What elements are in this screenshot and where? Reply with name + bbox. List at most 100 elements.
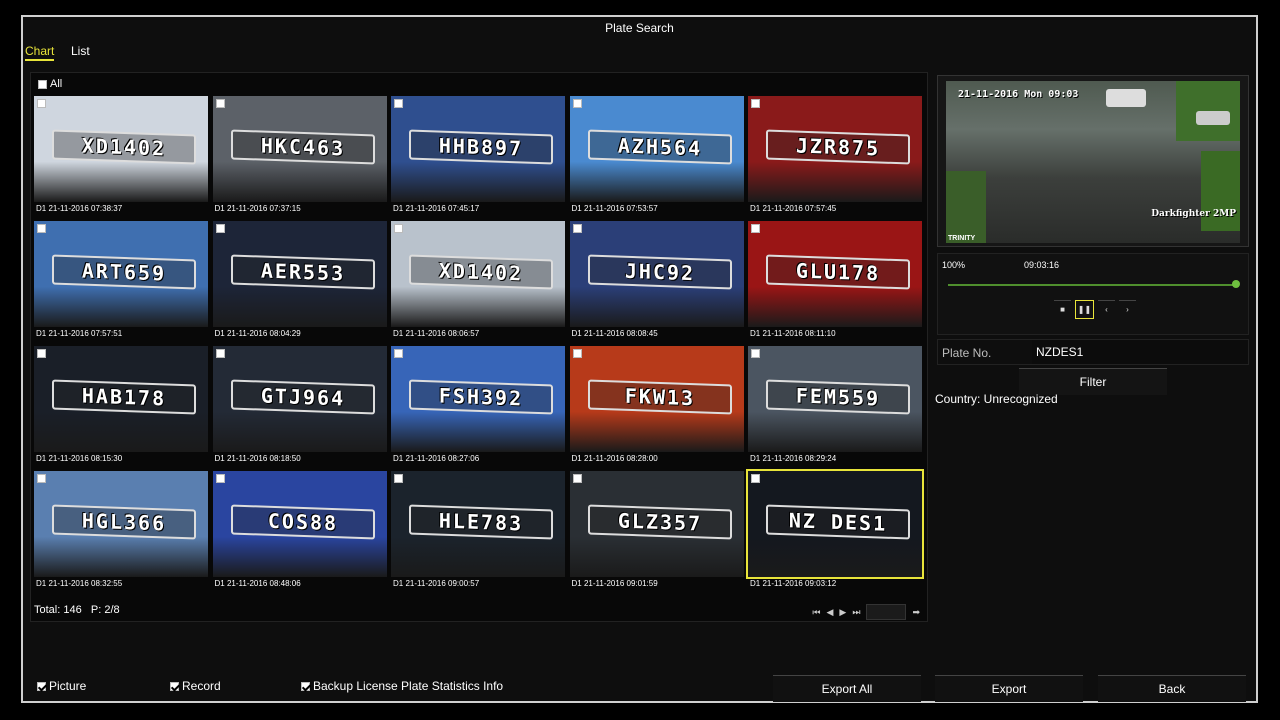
- plate-text: HHB897: [409, 129, 553, 165]
- plate-tile[interactable]: HAB178 D1 21-11-2016 08:15:30: [34, 346, 208, 466]
- plate-thumbnail[interactable]: HLE783: [391, 471, 565, 577]
- plate-tile[interactable]: GLZ357 D1 21-11-2016 09:01:59: [569, 471, 744, 591]
- pause-icon[interactable]: ❚❚: [1075, 300, 1094, 319]
- first-page-icon[interactable]: ⏮: [812, 607, 820, 618]
- tile-timestamp: D1 21-11-2016 07:57:45: [750, 204, 837, 213]
- plate-tile[interactable]: COS88 D1 21-11-2016 08:48:06: [212, 471, 387, 591]
- playback-progress-knob[interactable]: [1232, 280, 1240, 288]
- backup-stats-option[interactable]: Backup License Plate Statistics Info: [301, 679, 503, 693]
- prev-page-icon[interactable]: ◀: [827, 607, 834, 618]
- tile-checkbox[interactable]: [215, 99, 225, 108]
- plate-tile[interactable]: HGL366 D1 21-11-2016 08:32:55: [34, 471, 208, 591]
- plate-thumbnail[interactable]: AER553: [212, 221, 387, 327]
- plate-tile[interactable]: FKW13 D1 21-11-2016 08:28:00: [569, 346, 744, 466]
- plate-thumbnail[interactable]: GTJ964: [212, 346, 387, 452]
- plate-text: XD1402: [409, 254, 553, 290]
- plate-thumbnail[interactable]: COS88: [212, 471, 387, 577]
- plate-number-input[interactable]: [1032, 340, 1248, 364]
- plate-thumbnail[interactable]: HGL366: [34, 471, 208, 577]
- tile-checkbox[interactable]: [751, 99, 760, 108]
- plate-tile[interactable]: GLU178 D1 21-11-2016 08:11:10: [748, 221, 922, 341]
- plate-tile[interactable]: GTJ964 D1 21-11-2016 08:18:50: [212, 346, 387, 466]
- plate-thumbnail[interactable]: XD1402: [34, 96, 208, 202]
- video-preview[interactable]: 21-11-2016 Mon 09:03 Darkfighter 2MP TRI…: [946, 81, 1240, 243]
- plate-thumbnail[interactable]: XD1402: [391, 221, 565, 327]
- tile-checkbox[interactable]: [37, 349, 46, 358]
- tile-checkbox[interactable]: [751, 224, 760, 233]
- tile-checkbox[interactable]: [572, 224, 582, 233]
- plate-tile[interactable]: FSH392 D1 21-11-2016 08:27:06: [391, 346, 565, 466]
- tile-checkbox[interactable]: [394, 474, 403, 483]
- select-all[interactable]: All: [38, 78, 62, 90]
- picture-checkbox[interactable]: [37, 681, 46, 691]
- osd-date: 21-11-2016 Mon 09:03: [958, 89, 1079, 100]
- plate-text: FEM559: [766, 379, 910, 415]
- plate-tile[interactable]: AER553 D1 21-11-2016 08:04:29: [212, 221, 387, 341]
- plate-thumbnail[interactable]: GLZ357: [569, 471, 744, 577]
- plate-tile[interactable]: JHC92 D1 21-11-2016 08:08:45: [569, 221, 744, 341]
- backup-stats-checkbox[interactable]: [301, 681, 310, 691]
- go-icon[interactable]: ➡: [912, 607, 920, 618]
- tile-checkbox[interactable]: [572, 474, 582, 483]
- plate-thumbnail[interactable]: HAB178: [34, 346, 208, 452]
- plate-thumbnail[interactable]: NZ DES1: [746, 469, 924, 579]
- filter-button[interactable]: Filter: [1019, 368, 1167, 395]
- tile-checkbox[interactable]: [572, 349, 582, 358]
- back-button[interactable]: Back: [1098, 675, 1246, 702]
- tab-list[interactable]: List: [71, 44, 90, 58]
- plate-text: COS88: [230, 504, 375, 540]
- plate-thumbnail[interactable]: HHB897: [391, 96, 565, 202]
- plate-thumbnail[interactable]: AZH564: [569, 96, 744, 202]
- tab-chart[interactable]: Chart: [25, 44, 55, 61]
- plate-tile[interactable]: FEM559 D1 21-11-2016 08:29:24: [748, 346, 922, 466]
- tile-checkbox[interactable]: [37, 474, 46, 483]
- plate-thumbnail[interactable]: FSH392: [391, 346, 565, 452]
- tile-checkbox[interactable]: [215, 474, 225, 483]
- plate-thumbnail[interactable]: FEM559: [748, 346, 922, 452]
- prev-icon[interactable]: ‹: [1098, 300, 1115, 318]
- plate-tile[interactable]: NZ DES1 D1 21-11-2016 09:03:12: [746, 469, 924, 591]
- select-all-checkbox[interactable]: [38, 79, 47, 89]
- export-button[interactable]: Export: [935, 675, 1083, 702]
- tile-timestamp: D1 21-11-2016 08:32:55: [36, 579, 123, 588]
- plate-text: HGL366: [52, 504, 196, 540]
- grass-area: [1201, 151, 1240, 231]
- plate-tile[interactable]: AZH564 D1 21-11-2016 07:53:57: [569, 96, 744, 216]
- tile-checkbox[interactable]: [394, 224, 403, 233]
- plate-tile[interactable]: XD1402 D1 21-11-2016 07:38:37: [34, 96, 208, 216]
- plate-text: GTJ964: [230, 379, 375, 415]
- tile-checkbox[interactable]: [394, 349, 403, 358]
- plate-tile[interactable]: HLE783 D1 21-11-2016 09:00:57: [391, 471, 565, 591]
- tile-checkbox[interactable]: [572, 99, 582, 108]
- plate-thumbnail[interactable]: HKC463: [212, 96, 387, 202]
- tile-checkbox[interactable]: [394, 99, 403, 108]
- record-checkbox[interactable]: [170, 681, 179, 691]
- plate-thumbnail[interactable]: GLU178: [748, 221, 922, 327]
- export-all-button[interactable]: Export All: [773, 675, 921, 702]
- tile-checkbox[interactable]: [215, 349, 225, 358]
- plate-thumbnail[interactable]: ART659: [34, 221, 208, 327]
- last-page-icon[interactable]: ⏭: [852, 607, 860, 618]
- plate-tile[interactable]: JZR875 D1 21-11-2016 07:57:45: [748, 96, 922, 216]
- osd-logo: TRINITY: [948, 235, 976, 242]
- tile-checkbox[interactable]: [751, 474, 760, 483]
- plate-thumbnail[interactable]: JHC92: [569, 221, 744, 327]
- next-icon[interactable]: ›: [1119, 300, 1136, 318]
- plate-thumbnail[interactable]: FKW13: [569, 346, 744, 452]
- picture-option[interactable]: Picture: [37, 679, 86, 693]
- plate-tile[interactable]: XD1402 D1 21-11-2016 08:06:57: [391, 221, 565, 341]
- next-page-icon[interactable]: ▶: [839, 607, 846, 618]
- plate-tile[interactable]: HKC463 D1 21-11-2016 07:37:15: [212, 96, 387, 216]
- stop-icon[interactable]: ■: [1054, 300, 1071, 318]
- plate-tile[interactable]: ART659 D1 21-11-2016 07:57:51: [34, 221, 208, 341]
- plate-text: NZ DES1: [766, 504, 910, 540]
- tile-checkbox[interactable]: [37, 99, 46, 108]
- tile-checkbox[interactable]: [751, 349, 760, 358]
- tile-checkbox[interactable]: [37, 224, 46, 233]
- tile-checkbox[interactable]: [215, 224, 225, 233]
- plate-thumbnail[interactable]: JZR875: [748, 96, 922, 202]
- page-number-input[interactable]: [866, 604, 907, 620]
- playback-progress-track[interactable]: [948, 284, 1238, 286]
- plate-tile[interactable]: HHB897 D1 21-11-2016 07:45:17: [391, 96, 565, 216]
- record-option[interactable]: Record: [170, 679, 221, 693]
